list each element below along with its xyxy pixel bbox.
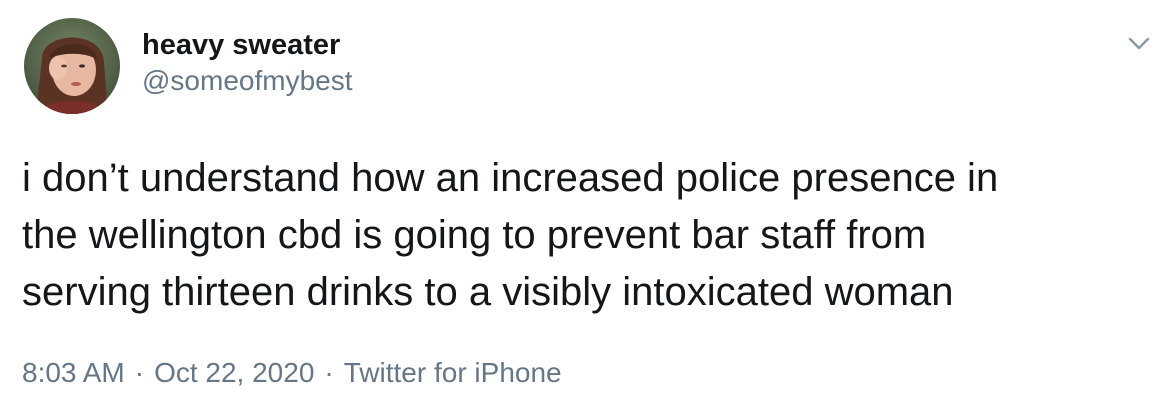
tweet-time[interactable]: 8:03 AM: [22, 356, 125, 390]
tweet-card: heavy sweater @someofmybest i don’t unde…: [0, 0, 1166, 414]
separator-dot: ·: [324, 357, 334, 388]
chevron-down-icon: [1128, 37, 1150, 50]
tweet-metadata: 8:03 AM · Oct 22, 2020 · Twitter for iPhone: [22, 356, 562, 390]
separator-dot: ·: [134, 357, 145, 388]
tweet-source[interactable]: Twitter for iPhone: [344, 356, 562, 390]
author-handle[interactable]: @someofmybest: [142, 64, 353, 98]
avatar-image: [24, 18, 120, 114]
tweet-menu-button[interactable]: [1124, 28, 1154, 58]
author-display-name[interactable]: heavy sweater: [142, 28, 340, 62]
tweet-text: i don’t understand how an increased poli…: [22, 156, 999, 314]
tweet-date[interactable]: Oct 22, 2020: [154, 356, 314, 390]
avatar[interactable]: [24, 18, 120, 114]
